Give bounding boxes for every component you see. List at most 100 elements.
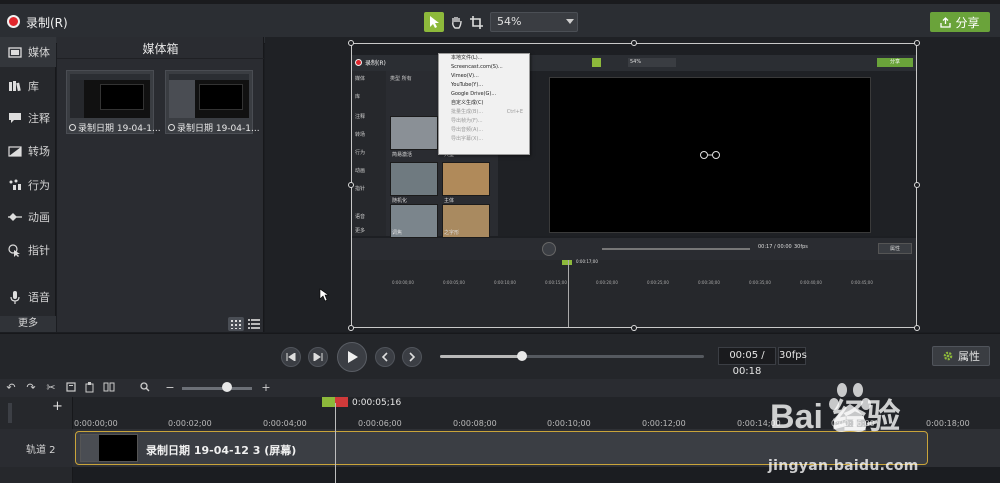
sidebar-item-label: 行为: [28, 179, 50, 192]
undo-icon[interactable]: ↶: [4, 380, 18, 394]
playhead[interactable]: [335, 403, 336, 483]
pan-tool-button[interactable]: [446, 12, 466, 32]
mini-nav-item: 动画: [355, 168, 366, 174]
mouse-pointer-icon: [319, 288, 330, 305]
library-icon: [8, 80, 22, 92]
step-forward-button[interactable]: [308, 347, 328, 367]
properties-button[interactable]: 属性: [932, 346, 990, 366]
menu-item[interactable]: 导出字幕(X)...: [439, 135, 529, 144]
sidebar-item-label: 动画: [28, 211, 50, 224]
menu-item[interactable]: Vimeo(V)...: [439, 72, 529, 81]
media-item[interactable]: 录制日期 19-04-1...: [66, 70, 161, 134]
menu-item[interactable]: Screencast.com(S)...: [439, 63, 529, 72]
timeline-zoom-handle[interactable]: [222, 382, 232, 392]
mini-nav-item: 指针: [355, 186, 366, 192]
playhead-in-marker[interactable]: [322, 397, 335, 407]
menu-item[interactable]: 导出帧为(F)...: [439, 117, 529, 126]
list-view-button[interactable]: [247, 317, 261, 331]
ruler-tick: 0:00:02;00: [168, 419, 212, 428]
microphone-icon: [8, 290, 22, 304]
timeline-zoom-slider[interactable]: [182, 387, 252, 390]
divider: [57, 58, 264, 59]
mini-thumb-label: 简易激活: [392, 152, 413, 158]
sidebar-item-transitions[interactable]: 转场: [0, 136, 56, 166]
zoom-search-icon: [138, 380, 152, 394]
mini-tick: 0:00:10;00: [494, 280, 516, 285]
menu-item[interactable]: 导出音频(A)...: [439, 126, 529, 135]
media-bin-title: 媒体箱: [142, 42, 179, 56]
previous-frame-button[interactable]: [281, 347, 301, 367]
copy-icon[interactable]: [64, 380, 78, 394]
resize-handle[interactable]: [348, 182, 354, 188]
split-icon[interactable]: [102, 380, 116, 394]
sidebar-item-annotations[interactable]: 注释: [0, 103, 56, 133]
select-tool-button[interactable]: [424, 12, 444, 32]
sidebar-item-library[interactable]: 库: [0, 71, 56, 101]
share-button[interactable]: 分享: [930, 12, 990, 32]
redo-icon[interactable]: ↷: [24, 380, 38, 394]
watermark-brand: Bai 经验: [770, 397, 900, 436]
zoom-out-icon[interactable]: −: [163, 380, 177, 394]
sidebar-item-cursor[interactable]: 指针: [0, 235, 56, 265]
mini-nav-item: 行为: [355, 150, 366, 156]
resize-handle[interactable]: [631, 325, 637, 331]
more-button[interactable]: 更多: [0, 316, 56, 332]
zoom-in-icon[interactable]: +: [259, 380, 273, 394]
cut-icon[interactable]: ✂: [44, 380, 58, 394]
mini-thumb-label: 调焦: [392, 230, 403, 236]
transition-icon: [8, 145, 22, 157]
play-button[interactable]: [337, 342, 367, 372]
sidebar-item-animations[interactable]: 动画: [0, 202, 56, 232]
mini-more: 更多: [355, 228, 366, 234]
baidu-watermark-logo: Bai 经验: [770, 378, 930, 456]
sidebar-item-label: 转场: [28, 145, 50, 158]
resize-handle[interactable]: [631, 40, 637, 46]
record-button[interactable]: 录制(R): [26, 14, 68, 31]
grid-view-button[interactable]: [228, 317, 244, 331]
resize-handle[interactable]: [914, 40, 920, 46]
mini-nav-item: 媒体: [355, 76, 366, 82]
mini-props: 属性: [878, 243, 912, 254]
mini-nav-item: 库: [355, 94, 361, 100]
resize-handle[interactable]: [348, 325, 354, 331]
chevron-left-icon: [381, 352, 388, 362]
media-item[interactable]: 录制日期 19-04-1...: [165, 70, 260, 134]
next-marker-button[interactable]: [402, 347, 422, 367]
export-menu: 本地文件(L)... Screencast.com(S)... Vimeo(V)…: [438, 53, 530, 155]
menu-item[interactable]: Google Drive(G)...: [439, 90, 529, 99]
sidebar-item-voice[interactable]: 语音: [0, 282, 56, 312]
properties-label: 属性: [958, 350, 980, 363]
seek-progress: [440, 355, 522, 358]
mini-bin-tab: 类型 所有: [390, 76, 412, 82]
media-item-label: 录制日期 19-04-1...: [69, 121, 161, 134]
mini-tick: 0:00:30;00: [698, 280, 720, 285]
record-icon[interactable]: [7, 15, 20, 28]
resize-handle[interactable]: [914, 182, 920, 188]
sidebar-item-label: 媒体: [28, 46, 50, 59]
chevron-down-icon[interactable]: [566, 19, 574, 24]
seek-handle[interactable]: [517, 351, 527, 361]
share-icon: [940, 16, 952, 28]
menu-item[interactable]: 本地文件(L)...: [439, 54, 529, 63]
sidebar-item-behaviors[interactable]: 行为: [0, 170, 56, 200]
ruler-tick: 0:00:06;00: [358, 419, 402, 428]
resize-handle[interactable]: [348, 40, 354, 46]
menu-item[interactable]: 批量生成(B)... Ctrl+E: [439, 108, 529, 117]
paste-icon[interactable]: [83, 380, 97, 394]
radio-icon: [168, 124, 175, 131]
mini-tick: 0:00:20;00: [596, 280, 618, 285]
playhead-out-marker[interactable]: [335, 397, 348, 407]
add-track-icon[interactable]: +: [52, 399, 63, 414]
menu-item[interactable]: 自定义生成(C): [439, 99, 529, 108]
chevron-right-icon: [409, 352, 416, 362]
resize-handle[interactable]: [914, 325, 920, 331]
zoom-select[interactable]: 54%: [490, 12, 578, 32]
menu-item[interactable]: YouTube(Y)...: [439, 81, 529, 90]
sidebar-item-media[interactable]: 媒体: [0, 37, 56, 67]
crop-icon: [469, 15, 483, 29]
crop-tool-button[interactable]: [466, 12, 486, 32]
recording-preview[interactable]: 录制(R) 54% 分享 媒体 库 注释 转场 行为 动画 指针 语音 更多 类…: [351, 43, 917, 328]
previous-marker-button[interactable]: [375, 347, 395, 367]
behavior-icon: [8, 179, 22, 191]
mini-toolbar: 录制(R) 54% 分享: [352, 55, 916, 71]
